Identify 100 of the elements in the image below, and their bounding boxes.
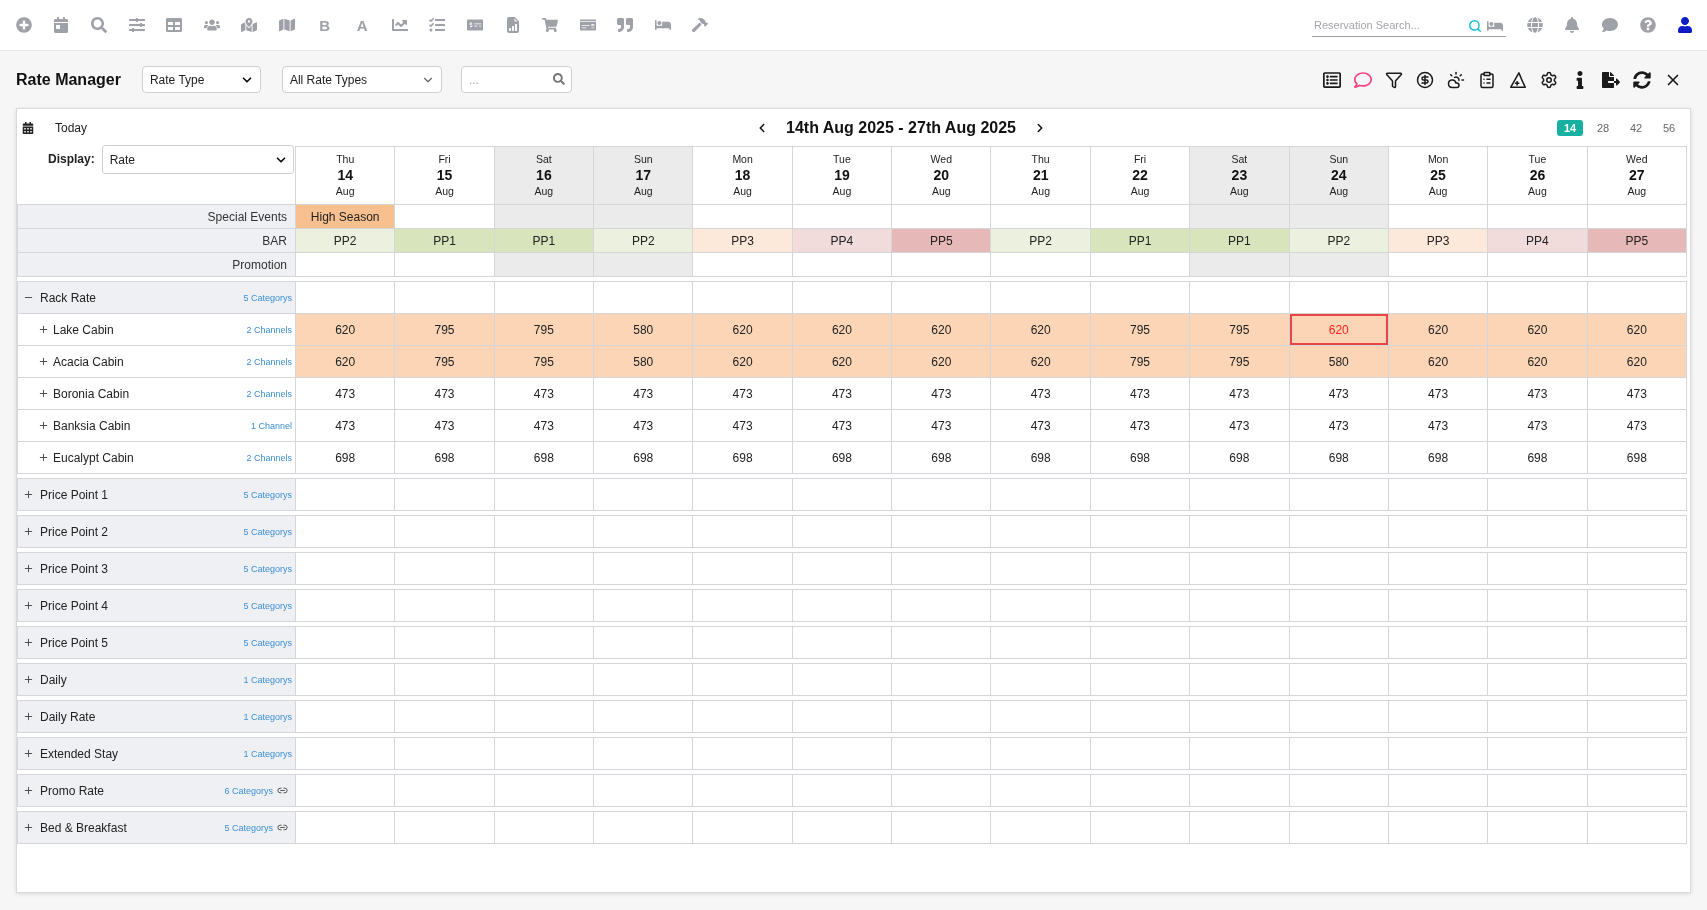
rate-cell[interactable]: 473 [892, 410, 992, 442]
cloud-sun-icon[interactable] [1447, 70, 1465, 89]
expand-icon[interactable] [23, 600, 34, 611]
expand-icon[interactable] [23, 674, 34, 685]
card-icon[interactable] [579, 17, 596, 33]
rate-cell[interactable]: 620 [991, 346, 1091, 378]
map-marker-icon[interactable] [241, 17, 258, 33]
rate-cell[interactable]: 580 [1289, 346, 1389, 378]
today-link[interactable]: Today [55, 120, 88, 135]
rate-cell[interactable]: 580 [594, 314, 694, 346]
expand-icon[interactable] [23, 489, 34, 500]
rate-cell[interactable]: 473 [1388, 378, 1489, 410]
table-icon[interactable] [166, 17, 183, 33]
rate-cell[interactable]: 620 [1388, 346, 1489, 378]
rate-cell[interactable]: 473 [1488, 378, 1588, 410]
expand-icon[interactable] [23, 748, 34, 759]
rate-cell[interactable]: 473 [792, 410, 893, 442]
rate-cell[interactable]: 473 [1190, 378, 1290, 410]
rate-cell[interactable]: 698 [1289, 442, 1389, 474]
filter-select[interactable]: Rate Type [141, 66, 261, 93]
rate-cell[interactable]: 620 [892, 346, 992, 378]
expand-icon[interactable] [23, 563, 34, 574]
filter-select[interactable]: All Rate Types [281, 66, 442, 93]
rate-cell[interactable]: 620 [1488, 314, 1588, 346]
cart-icon[interactable] [542, 17, 559, 33]
comment-icon[interactable] [1354, 70, 1372, 89]
hammer-icon[interactable] [692, 17, 709, 33]
search-field[interactable]: ... [460, 66, 572, 93]
bed-icon[interactable] [1487, 18, 1504, 34]
rate-cell[interactable]: 620 [693, 346, 793, 378]
rate-cell[interactable]: 698 [1190, 442, 1290, 474]
map-icon[interactable] [278, 17, 295, 33]
money-card-icon[interactable] [466, 17, 483, 33]
rate-cell[interactable]: 795 [494, 346, 595, 378]
rate-cell[interactable]: 473 [1488, 410, 1588, 442]
bed-icon[interactable] [654, 17, 671, 33]
expand-icon[interactable] [23, 785, 34, 796]
refresh-icon[interactable] [1633, 70, 1651, 89]
expand-icon[interactable] [23, 822, 34, 833]
rate-cell[interactable]: 620 [296, 314, 396, 346]
rate-cell[interactable]: 473 [991, 378, 1091, 410]
rate-cell[interactable]: 795 [1090, 346, 1191, 378]
range-button[interactable]: 56 [1656, 119, 1682, 136]
calendar-icon[interactable] [22, 121, 34, 134]
rate-cell[interactable]: 473 [1587, 378, 1687, 410]
rate-cell[interactable]: 698 [494, 442, 595, 474]
chat-icon[interactable] [1602, 17, 1618, 33]
expand-icon[interactable] [38, 388, 49, 399]
bell-icon[interactable] [1564, 17, 1581, 33]
rate-cell[interactable]: 795 [494, 314, 595, 346]
line-chart-icon[interactable] [391, 17, 408, 33]
rate-cell[interactable]: 698 [792, 442, 893, 474]
rate-cell[interactable]: 698 [1388, 442, 1489, 474]
rate-cell[interactable]: 473 [792, 378, 893, 410]
rate-cell[interactable]: 698 [594, 442, 694, 474]
list-icon[interactable] [1323, 70, 1341, 89]
rate-cell[interactable]: 698 [395, 442, 495, 474]
reservation-search-field[interactable]: Reservation Search... [1312, 13, 1507, 37]
expand-icon[interactable] [23, 711, 34, 722]
rate-cell[interactable]: 473 [991, 410, 1091, 442]
clipboard-icon[interactable] [1478, 70, 1496, 89]
rate-cell[interactable]: 473 [395, 410, 495, 442]
rate-cell[interactable]: 473 [296, 410, 396, 442]
search-icon[interactable] [91, 17, 107, 33]
expand-icon[interactable] [38, 356, 49, 367]
rate-cell[interactable]: 698 [892, 442, 992, 474]
rate-cell[interactable]: 473 [296, 378, 396, 410]
checklist-icon[interactable] [429, 17, 446, 33]
rate-cell[interactable]: 473 [892, 378, 992, 410]
rate-cell[interactable]: 698 [296, 442, 396, 474]
rate-cell[interactable]: 473 [1289, 378, 1389, 410]
rate-cell[interactable]: 473 [1190, 410, 1290, 442]
rate-cell[interactable]: 698 [1090, 442, 1191, 474]
rate-cell[interactable]: 620 [1388, 314, 1489, 346]
rate-cell[interactable]: 795 [1190, 314, 1290, 346]
filter-icon[interactable] [1385, 70, 1403, 89]
rate-cell[interactable]: 698 [991, 442, 1091, 474]
rate-cell[interactable]: 698 [1587, 442, 1687, 474]
rate-cell[interactable]: 473 [1090, 410, 1191, 442]
rate-cell[interactable]: 473 [395, 378, 495, 410]
rate-cell[interactable]: 795 [1190, 346, 1290, 378]
rate-cell[interactable]: 795 [395, 346, 495, 378]
rate-cell[interactable]: 473 [594, 378, 694, 410]
rate-cell[interactable]: 473 [594, 410, 694, 442]
rate-cell[interactable]: 620 [1587, 314, 1687, 346]
expand-icon[interactable] [38, 452, 49, 463]
rate-cell[interactable]: 620 [296, 346, 396, 378]
search-icon[interactable] [552, 73, 565, 85]
rate-cell[interactable]: 620 [792, 346, 893, 378]
expand-icon[interactable] [23, 637, 34, 648]
rate-cell[interactable]: 620 [991, 314, 1091, 346]
users-icon[interactable] [203, 17, 220, 33]
export-icon[interactable] [1602, 70, 1620, 89]
rate-cell[interactable]: 580 [594, 346, 694, 378]
rate-cell[interactable]: 473 [494, 378, 595, 410]
rate-cell[interactable]: 473 [1587, 410, 1687, 442]
expand-icon[interactable] [38, 420, 49, 431]
rate-cell[interactable]: 473 [1090, 378, 1191, 410]
user-icon[interactable] [1677, 17, 1694, 33]
rate-cell[interactable]: 795 [395, 314, 495, 346]
